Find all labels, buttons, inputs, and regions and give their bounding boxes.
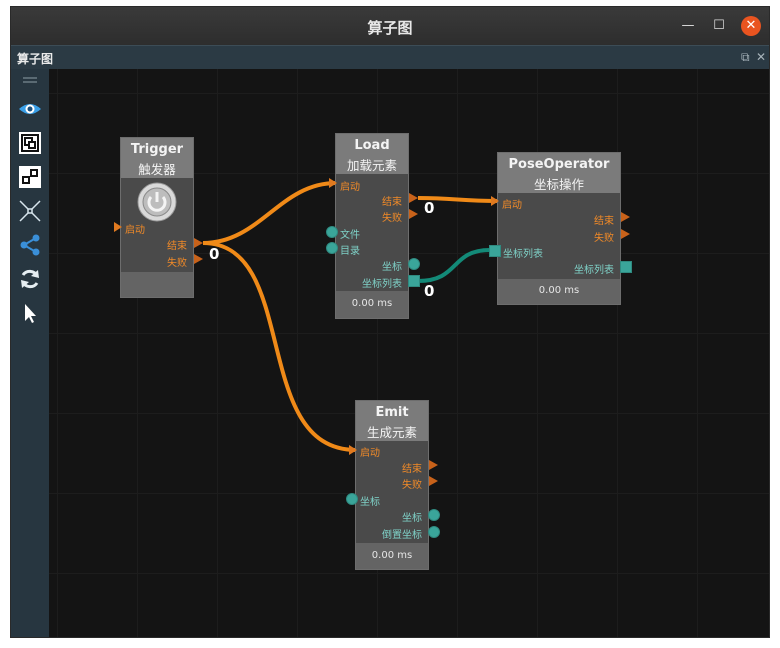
emit-fail-port[interactable] [429,476,438,486]
title-bar: 算子图 — ☐ ✕ [11,7,769,45]
load-fail-port[interactable] [409,209,418,219]
port-coord-in-label: 坐标 [360,497,380,508]
port-coord-list-in-label: 坐标列表 [503,249,543,260]
load-coord-list-count: 0 [424,282,435,300]
exec-time: 0.00 ms [371,550,413,561]
node-header: Load 加载元素 [336,134,408,174]
load-start-port[interactable] [329,178,337,188]
node-load[interactable]: Load 加载元素 启动 结束 失败 文件 目录 坐标 坐标列表 0.00 ms [335,133,409,319]
emit-coord-out-port[interactable] [428,509,440,521]
node-trigger[interactable]: Trigger 触发器 启动 结束 失败 [120,137,194,298]
frame-select-icon[interactable] [18,131,42,155]
node-subtitle: 加载元素 [346,158,397,173]
power-button-icon[interactable] [137,182,177,226]
trigger-fail-port[interactable] [194,254,203,264]
port-done-label: 结束 [402,464,422,475]
pose-done-port[interactable] [621,212,630,222]
port-done-label: 结束 [167,241,187,252]
panel-close-button[interactable]: ✕ [756,50,766,64]
node-body: 启动 结束 失败 [121,178,193,274]
node-body: 启动 结束 失败 文件 目录 坐标 坐标列表 [336,174,408,293]
port-fail-label: 失败 [594,233,614,244]
pose-fail-port[interactable] [621,229,630,239]
port-inv-coord-label: 倒置坐标 [382,530,422,541]
node-header: Trigger 触发器 [121,138,193,178]
port-coord-list-label: 坐标列表 [362,279,402,290]
port-fail-label: 失败 [167,258,187,269]
port-fail-label: 失败 [402,480,422,491]
load-dir-port[interactable] [326,242,338,254]
node-subtitle: 生成元素 [366,425,417,440]
graph-share-icon[interactable] [18,233,42,257]
emit-start-port[interactable] [349,445,357,455]
port-coord-out-label: 坐标 [402,513,422,524]
node-footer: 0.00 ms [356,543,428,569]
collapse-arrows-icon[interactable] [18,199,42,223]
port-start-label: 启动 [360,448,380,459]
node-header: PoseOperator 坐标操作 [498,153,620,193]
port-file-label: 文件 [340,230,360,241]
node-footer [121,272,193,297]
left-toolbar [11,69,49,637]
port-coord-label: 坐标 [382,262,402,273]
port-done-label: 结束 [382,197,402,208]
trigger-done-port[interactable] [194,238,203,248]
emit-done-port[interactable] [429,460,438,470]
pose-coord-list-out-port[interactable] [620,261,632,273]
connect-nodes-icon[interactable] [18,165,42,189]
pose-start-port[interactable] [491,196,499,206]
load-done-count: 0 [424,199,435,217]
node-title: PoseOperator [508,157,610,172]
load-coord-list-port[interactable] [408,275,420,287]
trigger-done-count: 0 [209,245,220,263]
emit-coord-in-port[interactable] [346,493,358,505]
node-body: 启动 结束 失败 坐标 坐标 倒置坐标 [356,441,428,545]
node-body: 启动 结束 失败 坐标列表 坐标列表 [498,193,620,281]
minimize-button[interactable]: — [679,17,697,35]
port-start-label: 启动 [340,182,360,193]
node-footer: 0.00 ms [498,279,620,304]
node-subtitle: 坐标操作 [533,177,584,192]
panel-restore-button[interactable]: ⧉ [741,50,750,65]
node-title: Trigger [130,142,184,157]
emit-inv-coord-port[interactable] [428,526,440,538]
menu-handle-icon[interactable] [18,73,42,97]
port-dir-label: 目录 [340,246,360,257]
port-fail-label: 失败 [382,213,402,224]
pointer-icon[interactable] [18,301,42,325]
node-title: Load [354,138,390,153]
port-done-label: 结束 [594,216,614,227]
port-start-label: 启动 [502,200,522,211]
load-coord-port[interactable] [408,258,420,270]
node-footer: 0.00 ms [336,291,408,318]
port-start-label: 启动 [125,225,145,236]
node-subtitle: 触发器 [138,162,176,177]
pose-coord-list-in-port[interactable] [489,245,501,257]
load-done-port[interactable] [409,193,418,203]
node-pose-operator[interactable]: PoseOperator 坐标操作 启动 结束 失败 坐标列表 坐标列表 0.0… [497,152,621,305]
exec-time: 0.00 ms [351,298,393,309]
node-header: Emit 生成元素 [356,401,428,441]
exec-time: 0.00 ms [538,285,580,296]
load-file-port[interactable] [326,226,338,238]
node-emit[interactable]: Emit 生成元素 启动 结束 失败 坐标 坐标 倒置坐标 0.00 ms [355,400,429,570]
node-title: Emit [375,405,409,420]
panel-header: 算子图 ⧉ ✕ [11,45,769,70]
trigger-start-port[interactable] [114,222,122,232]
eye-icon[interactable] [18,97,42,121]
panel-title: 算子图 [17,52,54,66]
window-title: 算子图 [367,19,413,37]
maximize-button[interactable]: ☐ [710,17,728,35]
refresh-icon[interactable] [18,267,42,291]
port-coord-list-out-label: 坐标列表 [574,265,614,276]
close-button[interactable]: ✕ [741,16,761,36]
